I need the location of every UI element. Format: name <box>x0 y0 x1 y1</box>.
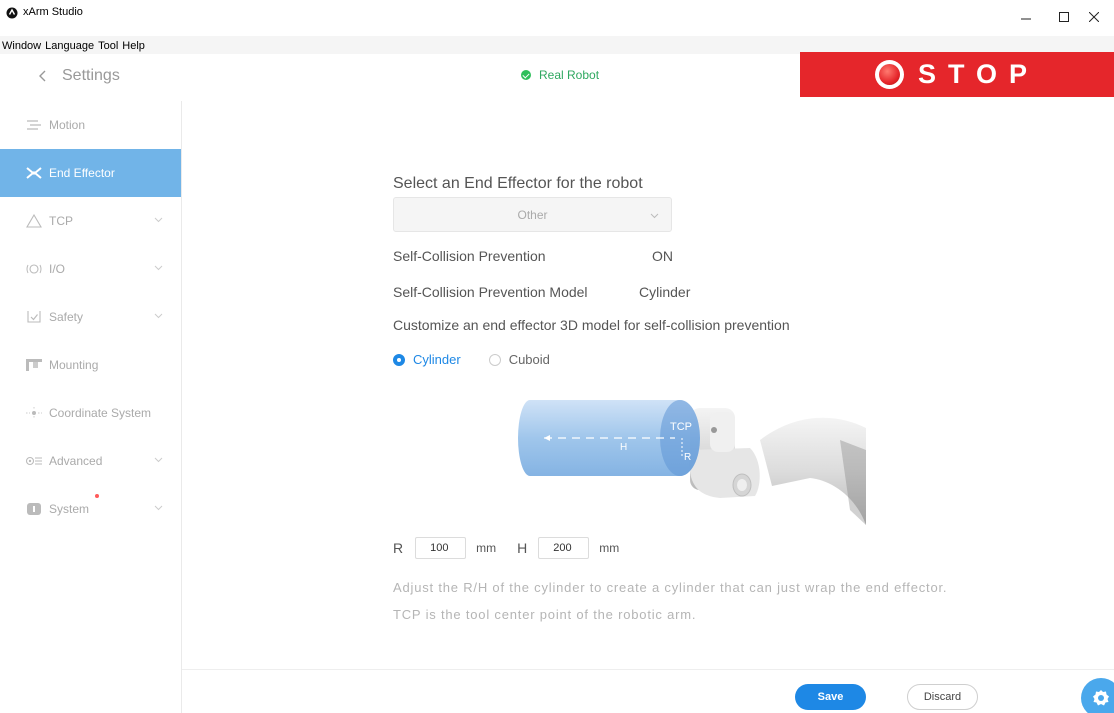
footer-divider <box>182 669 1114 670</box>
radio-label: Cuboid <box>508 352 550 367</box>
sidebar-item-motion[interactable]: Motion <box>0 101 181 149</box>
sidebar-item-end-effector[interactable]: End Effector <box>0 149 181 197</box>
sidebar-item-tcp[interactable]: TCP <box>0 197 181 245</box>
height-input[interactable] <box>538 537 590 559</box>
close-button[interactable] <box>1074 2 1114 32</box>
self-collision-value: ON <box>652 248 673 264</box>
save-button[interactable]: Save <box>795 684 866 710</box>
shape-radio-group: Cylinder Cuboid <box>393 352 550 367</box>
minimize-button[interactable] <box>1006 2 1046 32</box>
chevron-down-icon <box>154 265 163 271</box>
maximize-icon <box>1059 12 1069 22</box>
sidebar-item-label: Advanced <box>49 454 103 468</box>
sidebar-item-label: Safety <box>49 310 84 324</box>
chevron-down-icon <box>154 313 163 319</box>
header: Settings Real Robot STOP <box>0 52 1114 101</box>
page-title: Settings <box>62 67 120 84</box>
safety-icon <box>25 310 43 324</box>
sidebar-item-label: Mounting <box>49 358 99 372</box>
sidebar-item-label: TCP <box>49 214 73 228</box>
radio-label: Cylinder <box>413 352 461 367</box>
chevron-down-icon <box>154 505 163 511</box>
height-unit: mm <box>599 541 620 555</box>
self-collision-label: Self-Collision Prevention <box>393 248 546 264</box>
sidebar-item-label: End Effector <box>49 166 115 180</box>
radius-field-label: R <box>393 540 404 556</box>
sidebar-item-mounting[interactable]: Mounting <box>0 341 181 389</box>
notification-dot <box>95 494 99 498</box>
radio-button-unchecked <box>488 353 501 366</box>
settings-gear-button[interactable] <box>1081 678 1114 713</box>
tcp-label: TCP <box>670 421 692 433</box>
title-bar: xArm Studio <box>0 0 1114 36</box>
coordinate-system-icon <box>25 406 43 420</box>
radio-cylinder[interactable]: Cylinder <box>393 352 461 367</box>
mounting-icon <box>25 358 43 372</box>
close-icon <box>1089 12 1099 22</box>
help-text: Adjust the R/H of the cylinder to create… <box>393 580 948 622</box>
sidebar-item-io[interactable]: I/O <box>0 245 181 293</box>
sidebar-item-system[interactable]: System <box>0 485 181 533</box>
emergency-stop-button[interactable]: STOP <box>800 52 1114 97</box>
sidebar-item-label: System <box>49 502 90 516</box>
radius-label: R <box>684 452 691 463</box>
xarm-logo-icon <box>6 7 18 19</box>
motion-icon <box>25 118 43 132</box>
sidebar-item-label: I/O <box>49 262 66 276</box>
menu-tool[interactable]: Tool <box>98 37 118 55</box>
menu-help[interactable]: Help <box>122 37 145 55</box>
dimension-fields: R mm H mm <box>393 537 619 559</box>
advanced-icon <box>25 454 43 468</box>
menu-window[interactable]: Window <box>2 37 41 55</box>
check-icon <box>521 70 531 80</box>
cylinder-model-illustration: TCP H R <box>518 400 866 525</box>
back-button[interactable]: Settings <box>38 67 120 85</box>
connection-status: Real Robot <box>521 68 599 82</box>
sidebar-item-coordinate-system[interactable]: Coordinate System <box>0 389 181 437</box>
chevron-down-icon <box>154 217 163 223</box>
radio-button-checked <box>393 353 405 366</box>
stop-label: STOP <box>917 59 1040 89</box>
radius-input[interactable] <box>415 537 467 559</box>
io-icon <box>25 262 43 276</box>
chevron-left-icon <box>39 70 46 82</box>
system-icon <box>25 502 43 516</box>
app-title: xArm Studio <box>23 6 83 18</box>
sidebar-item-advanced[interactable]: Advanced <box>0 437 181 485</box>
radio-cuboid[interactable]: Cuboid <box>488 352 550 367</box>
sidebar-divider <box>181 541 182 713</box>
radius-unit: mm <box>476 541 497 555</box>
settings-sidebar: Motion End Effector TCP I/O Safety Mount… <box>0 101 182 541</box>
end-effector-select-value: Other <box>517 207 548 222</box>
tcp-icon <box>25 214 43 228</box>
discard-button[interactable]: Discard <box>907 684 978 710</box>
height-label: H <box>620 442 627 453</box>
customize-label: Customize an end effector 3D model for s… <box>393 317 790 333</box>
chevron-down-icon <box>154 457 163 463</box>
sidebar-item-label: Coordinate System <box>49 406 152 420</box>
sidebar-item-label: Motion <box>49 118 86 132</box>
menu-language[interactable]: Language <box>45 37 94 55</box>
gear-icon <box>1093 690 1109 706</box>
end-effector-icon <box>25 166 43 180</box>
self-collision-model-value: Cylinder <box>639 284 691 300</box>
chevron-down-icon <box>650 213 659 219</box>
sidebar-item-safety[interactable]: Safety <box>0 293 181 341</box>
stop-icon <box>874 60 904 89</box>
self-collision-model-label: Self-Collision Prevention Model <box>393 284 588 300</box>
section-title: Select an End Effector for the robot <box>393 175 643 192</box>
status-label: Real Robot <box>539 68 600 82</box>
end-effector-select[interactable]: Other <box>393 197 672 232</box>
minimize-icon <box>1021 18 1031 20</box>
height-field-label: H <box>517 540 528 556</box>
